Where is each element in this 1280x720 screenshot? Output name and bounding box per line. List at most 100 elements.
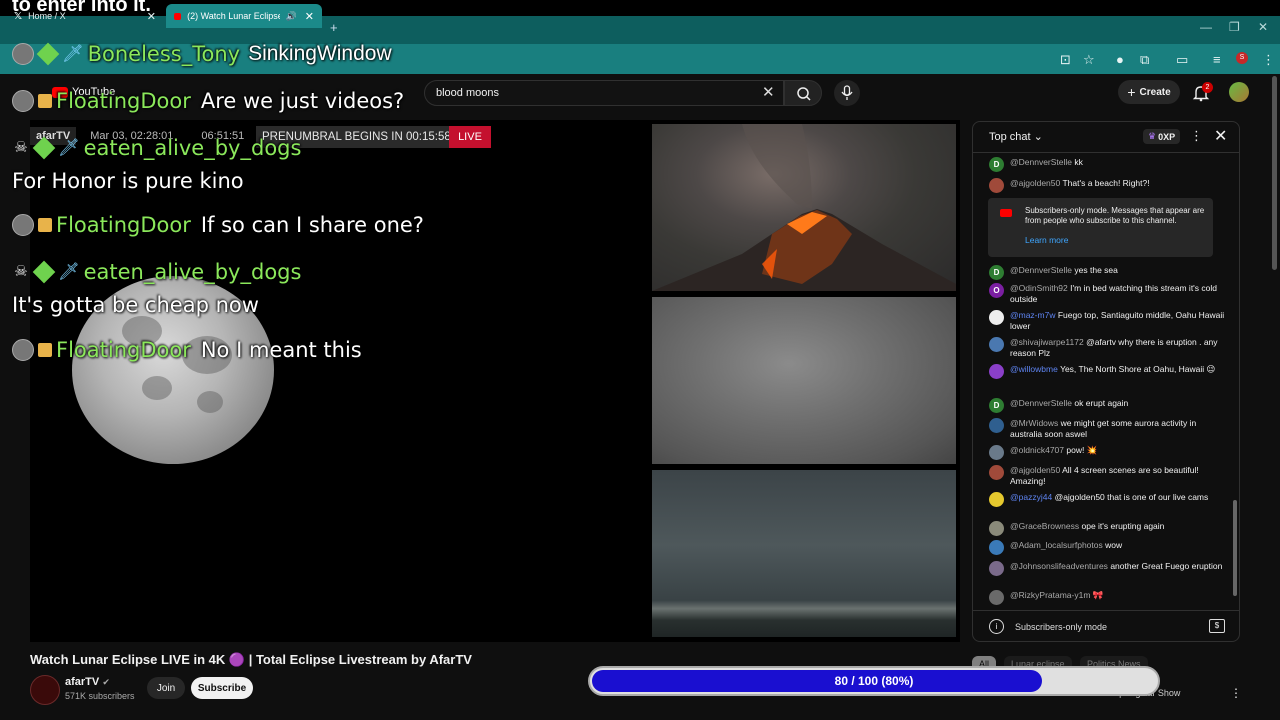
search-clear-icon[interactable]: ✕ [762, 83, 775, 101]
chat-close-icon[interactable]: ✕ [1214, 126, 1227, 146]
chat-author[interactable]: @MrWidows [1010, 418, 1058, 428]
tab-close-icon[interactable]: ✕ [305, 10, 314, 23]
tab-home-x[interactable]: 𝕏 Home / X ✕ [6, 4, 164, 28]
chat-message-body: @Adam_localsurfphotos wow [1010, 540, 1122, 555]
overlay-name: eaten_alive_by_dogs [83, 136, 302, 160]
overlay-avatar [12, 90, 34, 112]
chat-author[interactable]: @willowbme [1010, 364, 1058, 374]
chat-author[interactable]: @ajgolden50 [1010, 465, 1060, 475]
extension-icon[interactable]: ● [1116, 52, 1124, 67]
chat-avatar[interactable]: O [989, 283, 1004, 298]
chat-author[interactable]: @oldnick4707 [1010, 445, 1064, 455]
volcano-eruption-image [652, 124, 956, 291]
chat-menu-icon[interactable]: ⋮ [1190, 128, 1203, 144]
new-tab-button[interactable]: + [330, 20, 338, 35]
chat-text: another Great Fuego eruption [1110, 561, 1223, 571]
channel-name[interactable]: afarTV ✔ [65, 676, 110, 688]
chat-avatar[interactable] [989, 521, 1004, 536]
chat-message-body: @maz-m7w Fuego top, Santiaguito middle, … [1010, 310, 1227, 331]
search-box[interactable] [424, 80, 784, 106]
sword-icon: 🗡 [62, 44, 84, 63]
chat-avatar[interactable]: D [989, 265, 1004, 280]
tab-youtube[interactable]: (2) Watch Lunar Eclipse LIVE 🔊 ✕ [166, 4, 322, 28]
install-icon[interactable]: ⊡ [1060, 52, 1071, 68]
chat-scrollbar[interactable] [1233, 500, 1237, 596]
sword-icon: 🗡 [58, 138, 80, 157]
chat-message-body: @oldnick4707 pow! 💥 [1010, 445, 1097, 460]
window-close-icon[interactable]: ✕ [1258, 20, 1268, 34]
chat-message-body: @Johnsonslifeadventures another Great Fu… [1010, 561, 1222, 576]
chat-author[interactable]: @DennverStelle [1010, 398, 1072, 408]
learn-more-link[interactable]: Learn more [1025, 235, 1068, 245]
plus-icon: + [1127, 84, 1136, 100]
chat-author[interactable]: @pazzyj44 [1010, 492, 1052, 502]
speaker-icon[interactable]: 🔊 [286, 11, 297, 22]
youtube-favicon-icon [174, 12, 182, 20]
create-label: Create [1139, 86, 1171, 98]
chat-author[interactable]: @shivajiwarpe1172 [1010, 337, 1084, 347]
overlay-header: 🗡 Boneless_Tony SinkingWindow [12, 42, 392, 66]
overlay-avatar [12, 339, 34, 361]
join-button[interactable]: Join [147, 677, 185, 699]
chat-author[interactable]: @Adam_localsurfphotos [1010, 540, 1103, 550]
chat-avatar[interactable] [989, 178, 1004, 193]
subscribe-button[interactable]: Subscribe [191, 677, 253, 699]
chat-avatar[interactable] [989, 337, 1004, 352]
overlay-message: FloatingDoor Are we just videos? [12, 89, 404, 113]
puzzle-icon[interactable]: ⧉ [1140, 52, 1149, 68]
overlay-text: Are we just videos? [200, 89, 405, 113]
chat-avatar[interactable] [989, 465, 1004, 480]
chat-author[interactable]: @DennverStelle [1010, 265, 1072, 275]
tab-close-icon[interactable]: ✕ [147, 10, 156, 23]
chat-author[interactable]: @ajgolden50 [1010, 178, 1060, 188]
microphone-icon [841, 85, 853, 100]
chat-message-body: @MrWidows we might get some aurora activ… [1010, 418, 1227, 439]
chat-avatar[interactable]: D [989, 157, 1004, 172]
overlay-text: For Honor is pure kino [12, 169, 244, 193]
chat-avatar[interactable] [989, 418, 1004, 433]
create-button[interactable]: + Create [1118, 80, 1180, 104]
chat-avatar[interactable] [989, 540, 1004, 555]
search-button[interactable] [784, 80, 822, 106]
chat-author[interactable]: @GraceBrowness [1010, 521, 1079, 531]
chat-author[interactable]: @maz-m7w [1010, 310, 1055, 320]
maximize-icon[interactable]: ❐ [1229, 20, 1240, 34]
split-view-icon[interactable]: ▭ [1176, 52, 1188, 68]
video-title: Watch Lunar Eclipse LIVE in 4K 🟣 | Total… [30, 652, 472, 667]
bookmark-star-icon[interactable]: ☆ [1083, 52, 1095, 68]
chat-message: @MrWidows we might get some aurora activ… [989, 418, 1227, 439]
chat-avatar[interactable] [989, 364, 1004, 379]
overlay-avatar [12, 214, 34, 236]
chat-avatar[interactable] [989, 445, 1004, 460]
channel-avatar[interactable] [30, 675, 60, 705]
chat-text: Yes, The North Shore at Oahu, Hawaii 😉 [1060, 364, 1216, 374]
mountain-cam [652, 297, 956, 464]
minimize-icon[interactable]: — [1200, 20, 1212, 34]
chat-author[interactable]: @DennverStelle [1010, 157, 1072, 167]
top-chat-dropdown[interactable]: Top chat ⌄ [989, 130, 1043, 143]
chat-avatar[interactable]: D [989, 398, 1004, 413]
chat-avatar[interactable] [989, 310, 1004, 325]
progress-overlay: 80 / 100 (80%) [588, 666, 1160, 696]
x-logo-icon: 𝕏 [14, 10, 23, 22]
profile-icon[interactable]: S [1236, 52, 1248, 64]
voice-search-button[interactable] [834, 80, 860, 106]
menu-lines-icon[interactable]: ≡ [1213, 52, 1221, 67]
xp-badge[interactable]: ♛ 0XP [1143, 129, 1181, 144]
chat-author[interactable]: @Johnsonslifeadventures [1010, 561, 1108, 571]
kebab-menu-icon[interactable]: ⋮ [1262, 52, 1275, 68]
search-input[interactable] [434, 86, 758, 100]
recommendation-menu-icon[interactable]: ⋮ [1230, 686, 1242, 700]
chat-message: @oldnick4707 pow! 💥 [989, 445, 1227, 460]
info-icon[interactable]: i [989, 619, 1004, 634]
super-chat-icon[interactable]: $ [1209, 619, 1225, 633]
account-avatar[interactable] [1229, 82, 1249, 102]
chat-avatar[interactable] [989, 590, 1004, 605]
chat-avatar[interactable] [989, 561, 1004, 576]
skull-icon: ☠ [14, 139, 28, 156]
chat-author[interactable]: @OdinSmith92 [1010, 283, 1068, 293]
chat-author[interactable]: @RizkyPratama-y1m [1010, 590, 1090, 600]
chat-message-body: @ajgolden50 That's a beach! Right?! [1010, 178, 1150, 193]
chat-avatar[interactable] [989, 492, 1004, 507]
page-scrollbar[interactable] [1272, 76, 1277, 270]
